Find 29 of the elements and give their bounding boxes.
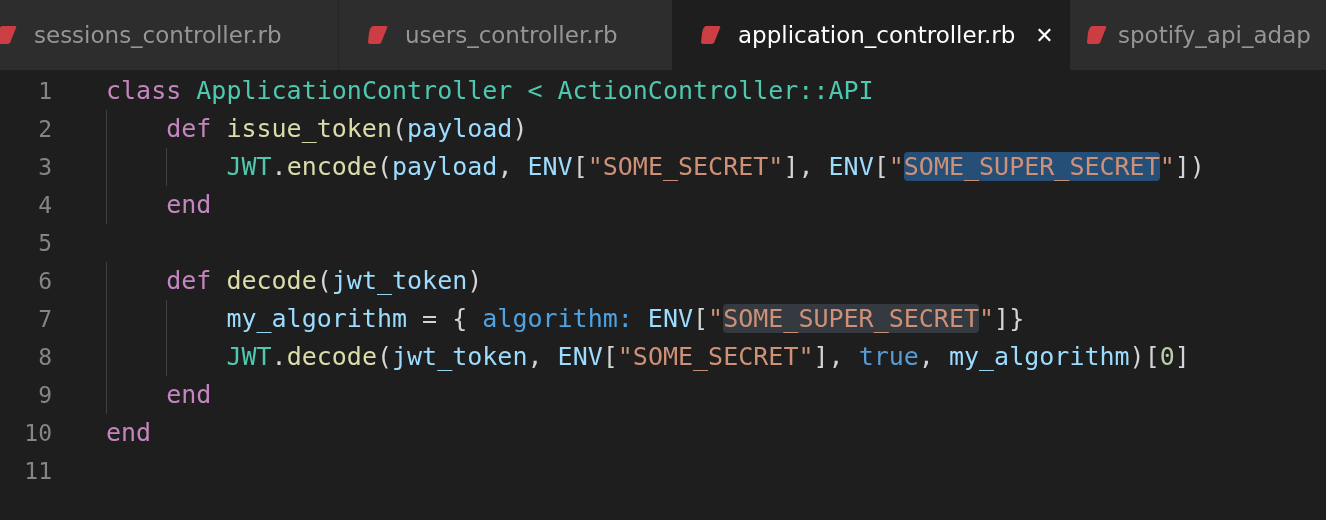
line-number: 10	[23, 420, 52, 446]
line-number: 1	[37, 78, 52, 104]
editor-tab[interactable]: sessions_controller.rb	[0, 0, 338, 70]
line-number: 8	[37, 344, 52, 370]
line-number: 5	[37, 230, 52, 256]
line-number: 9	[37, 382, 52, 408]
ruby-file-icon	[700, 25, 722, 45]
editor-tab[interactable]: application_controller.rb ✕	[672, 0, 1070, 70]
code-line: end	[165, 379, 212, 411]
line-number: 3	[37, 154, 52, 180]
code-line: def decode(jwt_token)	[165, 265, 483, 297]
code-line: end	[106, 417, 152, 449]
close-icon[interactable]: ✕	[1035, 22, 1054, 48]
code-line: JWT.decode(jwt_token, ENV["SOME_SECRET"], true, my_algorithm)[0]	[225, 341, 1190, 373]
ruby-file-icon	[367, 25, 389, 45]
code-line: end	[165, 189, 212, 221]
code-line: JWT.encode(payload, ENV["SOME_SECRET"], ENV["SOME_SUPER_SECRET"])	[225, 151, 1205, 183]
ruby-file-icon	[1086, 25, 1108, 45]
editor-tab[interactable]: spotify_api_adap	[1070, 0, 1326, 70]
line-number: 4	[37, 192, 52, 218]
line-number: 7	[37, 306, 52, 332]
line-number: 2	[37, 116, 52, 142]
code-line: def issue_token(payload)	[165, 113, 528, 145]
code-line: class ApplicationController < ActionController::API	[106, 75, 874, 107]
editor-tab[interactable]: users_controller.rb	[338, 0, 672, 70]
line-number: 6	[37, 268, 52, 294]
line-number: 11	[23, 458, 52, 484]
code-line: my_algorithm = { algorithm: ENV["SOME_SUPER_SECRET"]}	[225, 303, 1025, 335]
ruby-file-icon	[0, 25, 18, 45]
